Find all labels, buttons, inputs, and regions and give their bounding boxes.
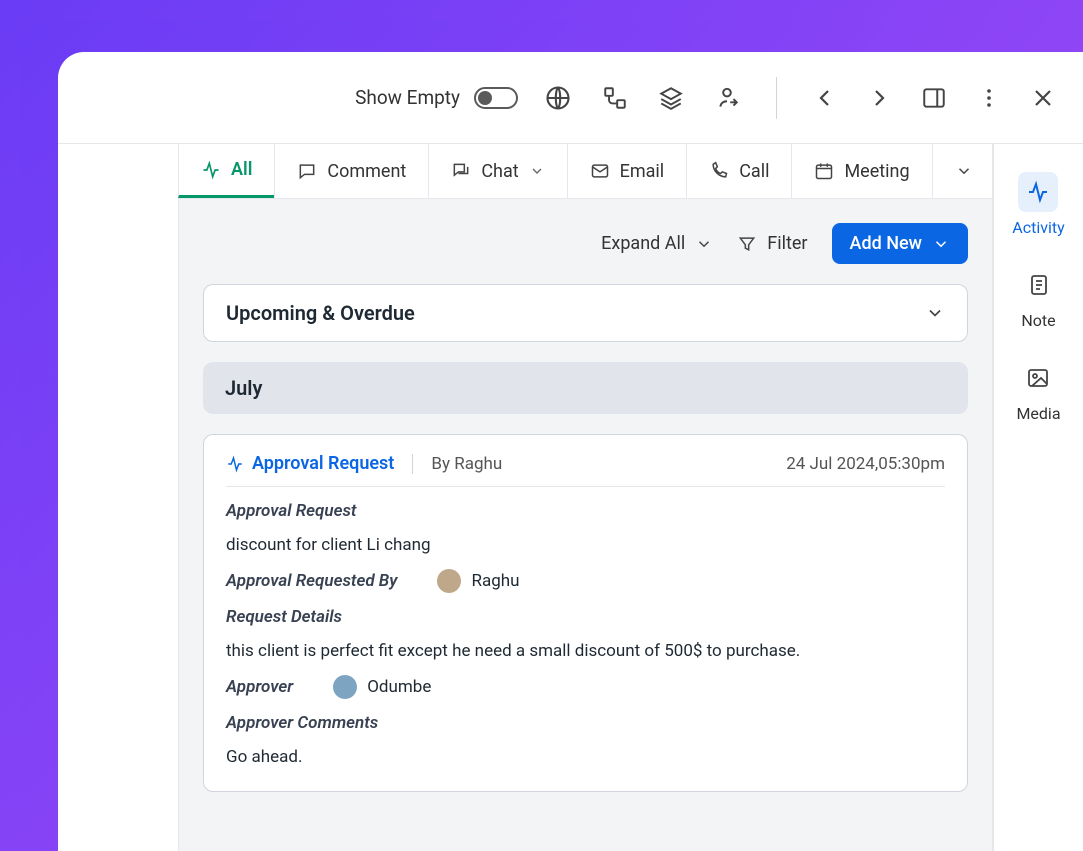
comments-value: Go ahead.: [226, 747, 945, 767]
details-value: this client is perfect fit except he nee…: [226, 641, 945, 661]
chevron-down-icon: [932, 235, 950, 253]
month-header: July: [203, 362, 968, 414]
details-label: Request Details: [226, 607, 945, 627]
next-icon[interactable]: [867, 86, 891, 110]
prev-icon[interactable]: [813, 86, 837, 110]
approval-card: Approval Request By Raghu 24 Jul 2024,05…: [203, 434, 968, 792]
requested-by-person[interactable]: Raghu: [437, 569, 519, 593]
avatar: [437, 569, 461, 593]
calendar-icon: [814, 161, 834, 181]
rail-note[interactable]: Note: [1019, 265, 1059, 330]
rail-activity[interactable]: Activity: [1012, 172, 1064, 237]
approver-person[interactable]: Odumbe: [333, 675, 431, 699]
tab-more[interactable]: [932, 144, 993, 198]
image-icon: [1026, 366, 1050, 390]
tab-call[interactable]: Call: [686, 144, 791, 198]
avatar: [333, 675, 357, 699]
tab-bar: All Comment Chat: [58, 144, 993, 198]
tab-all[interactable]: All: [178, 144, 274, 198]
note-icon: [1027, 273, 1051, 297]
card-title[interactable]: Approval Request: [226, 453, 394, 474]
approver-label: Approver: [226, 677, 293, 697]
activity-icon: [201, 160, 221, 180]
activity-icon: [1026, 180, 1050, 204]
request-value: discount for client Li chang: [226, 535, 945, 555]
card-header: Approval Request By Raghu 24 Jul 2024,05…: [226, 453, 945, 487]
tab-chat[interactable]: Chat: [428, 144, 566, 198]
email-icon: [590, 161, 610, 181]
card-author: By Raghu: [412, 454, 502, 474]
chevron-down-icon: [529, 163, 545, 179]
filter-icon: [737, 234, 757, 254]
main-panel: All Comment Chat: [58, 144, 993, 851]
chevron-down-icon: [925, 303, 945, 323]
requested-by-label: Approval Requested By: [226, 571, 397, 591]
more-icon[interactable]: [977, 86, 1001, 110]
globe-icon[interactable]: [544, 84, 572, 112]
filter-button[interactable]: Filter: [737, 233, 807, 254]
content-area: Expand All Filter Add New: [178, 198, 993, 851]
top-toolbar: Show Empty: [58, 52, 1083, 144]
close-icon[interactable]: [1031, 86, 1055, 110]
toolbar-divider: [776, 77, 777, 119]
chat-icon: [451, 161, 471, 181]
call-icon: [709, 161, 729, 181]
add-new-button[interactable]: Add New: [832, 223, 968, 264]
right-rail: Activity Note Media: [993, 144, 1083, 851]
show-empty-toggle[interactable]: Show Empty: [355, 86, 518, 109]
comment-icon: [297, 161, 317, 181]
chevron-down-icon: [955, 162, 973, 180]
share-person-icon[interactable]: [714, 85, 740, 111]
tab-email[interactable]: Email: [567, 144, 687, 198]
tab-comment[interactable]: Comment: [274, 144, 428, 198]
expand-all-button[interactable]: Expand All: [601, 233, 713, 254]
show-empty-label: Show Empty: [355, 86, 460, 109]
panel-collapse-icon[interactable]: [921, 85, 947, 111]
top-icon-group: [544, 77, 1055, 119]
rail-media[interactable]: Media: [1016, 358, 1060, 423]
actions-row: Expand All Filter Add New: [203, 223, 968, 264]
activity-icon: [226, 455, 244, 473]
tree-icon[interactable]: [602, 85, 628, 111]
card-timestamp: 24 Jul 2024,05:30pm: [786, 454, 945, 474]
request-label: Approval Request: [226, 501, 945, 521]
chevron-down-icon: [695, 235, 713, 253]
toggle-switch[interactable]: [474, 87, 518, 109]
tab-meeting[interactable]: Meeting: [791, 144, 931, 198]
upcoming-section-header[interactable]: Upcoming & Overdue: [203, 284, 968, 342]
comments-label: Approver Comments: [226, 713, 945, 733]
app-window: Show Empty: [58, 52, 1083, 851]
layers-icon[interactable]: [658, 85, 684, 111]
